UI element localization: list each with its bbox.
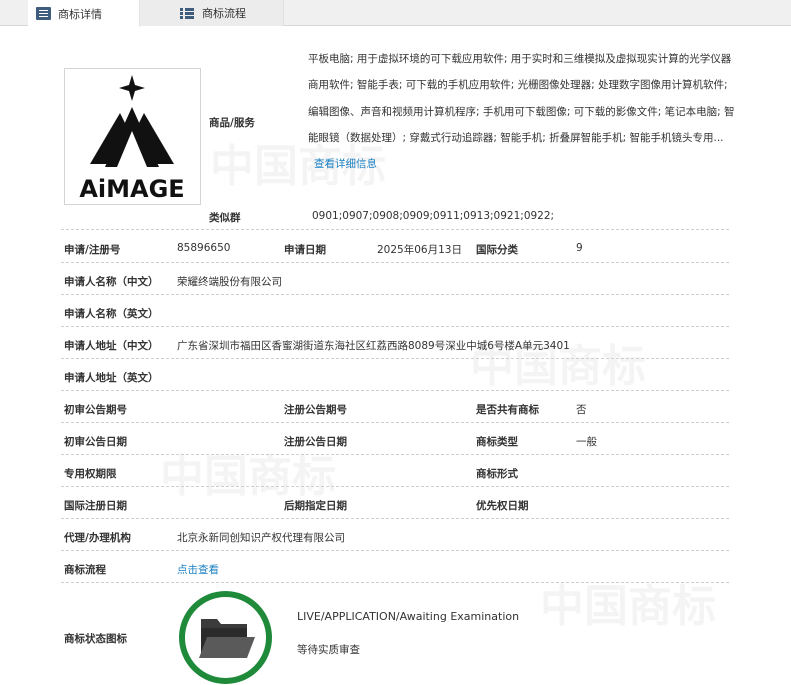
similar-group-value: 0901;0907;0908;0909;0911;0913;0921;0922; bbox=[312, 210, 555, 222]
status-icon-label: 商标状态图标 bbox=[64, 633, 127, 645]
mark-type-value: 一般 bbox=[576, 436, 597, 448]
similar-group-label: 类似群 bbox=[209, 212, 241, 224]
status-english: LIVE/APPLICATION/Awaiting Examination bbox=[297, 610, 520, 623]
later-date-label: 后期指定日期 bbox=[284, 500, 347, 512]
watermark: 中国商标 bbox=[540, 570, 716, 634]
folder-icon bbox=[199, 619, 255, 658]
logo-wordmark: AiMAGE bbox=[79, 175, 184, 203]
list-icon bbox=[180, 7, 195, 20]
reg-pub-no-label: 注册公告期号 bbox=[284, 404, 347, 416]
tab-bar: 商标详情 商标流程 bbox=[0, 0, 791, 27]
trademark-logo: AiMAGE bbox=[79, 75, 185, 203]
app-date-value: 2025年06月13日 bbox=[377, 244, 462, 256]
goods-services-text: 平板电脑; 用于虚拟环境的可下载应用软件; 用于实时和三维模拟及虚拟现实计算的光… bbox=[308, 46, 738, 177]
reg-pub-date-label: 注册公告日期 bbox=[284, 436, 347, 448]
divider bbox=[61, 262, 729, 263]
app-date-label: 申请日期 bbox=[284, 244, 326, 256]
intl-class-label: 国际分类 bbox=[476, 244, 518, 256]
intl-reg-date-label: 国际注册日期 bbox=[64, 500, 127, 512]
divider bbox=[61, 454, 729, 455]
document-list-icon bbox=[36, 7, 51, 20]
process-label: 商标流程 bbox=[64, 564, 106, 576]
status-icon bbox=[179, 591, 272, 684]
divider bbox=[61, 326, 729, 327]
view-details-link[interactable]: 查看详细信息 bbox=[314, 158, 377, 170]
divider bbox=[61, 390, 729, 391]
mark-form-label: 商标形式 bbox=[476, 468, 518, 480]
divider bbox=[61, 294, 729, 295]
mark-type-label: 商标类型 bbox=[476, 436, 518, 448]
divider bbox=[61, 518, 729, 519]
reg-no-value: 85896650 bbox=[177, 242, 231, 254]
reg-no-label: 申请/注册号 bbox=[64, 244, 121, 256]
exclusive-label: 专用权期限 bbox=[64, 468, 117, 480]
applicant-cn-value: 荣耀终端股份有限公司 bbox=[177, 276, 282, 288]
prelim-no-label: 初审公告期号 bbox=[64, 404, 127, 416]
prelim-date-label: 初审公告日期 bbox=[64, 436, 127, 448]
divider bbox=[61, 582, 729, 583]
intl-class-value: 9 bbox=[576, 242, 583, 254]
shared-label: 是否共有商标 bbox=[476, 404, 539, 416]
divider bbox=[61, 229, 729, 230]
applicant-cn-label: 申请人名称（中文） bbox=[64, 276, 159, 288]
applicant-en-label: 申请人名称（英文） bbox=[64, 308, 159, 320]
watermark: 中国商标 bbox=[160, 440, 336, 504]
divider bbox=[61, 550, 729, 551]
divider bbox=[61, 486, 729, 487]
trademark-image: AiMAGE bbox=[64, 68, 201, 205]
tab-label: 商标流程 bbox=[202, 7, 246, 20]
tab-trademark-details[interactable]: 商标详情 bbox=[28, 0, 140, 27]
shared-value: 否 bbox=[576, 404, 587, 416]
tab-trademark-process[interactable]: 商标流程 bbox=[140, 0, 284, 26]
priority-label: 优先权日期 bbox=[476, 500, 529, 512]
agent-value: 北京永新同创知识产权代理有限公司 bbox=[177, 532, 345, 544]
goods-list: 平板电脑; 用于虚拟环境的可下载应用软件; 用于实时和三维模拟及虚拟现实计算的光… bbox=[308, 53, 735, 144]
divider bbox=[61, 358, 729, 359]
view-process-link[interactable]: 点击查看 bbox=[177, 562, 219, 577]
divider bbox=[61, 422, 729, 423]
address-cn-label: 申请人地址（中文） bbox=[64, 340, 159, 352]
status-chinese: 等待实质审查 bbox=[297, 644, 360, 656]
address-en-label: 申请人地址（英文） bbox=[64, 372, 159, 384]
tab-label: 商标详情 bbox=[58, 7, 102, 21]
address-cn-value: 广东省深圳市福田区香蜜湖街道东海社区红荔西路8089号深业中城6号楼A单元340… bbox=[177, 340, 570, 352]
goods-label: 商品/服务 bbox=[209, 117, 255, 129]
agent-label: 代理/办理机构 bbox=[64, 532, 131, 544]
